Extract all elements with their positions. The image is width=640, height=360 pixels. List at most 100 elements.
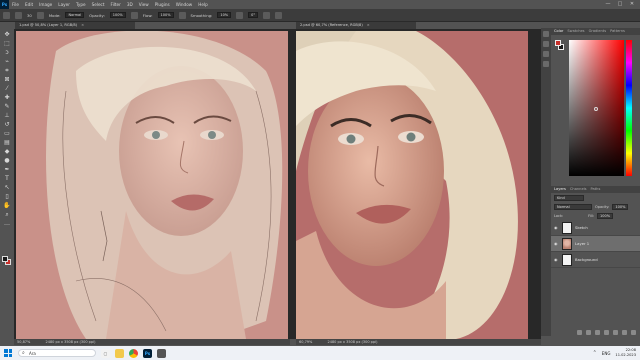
history-brush-tool-icon[interactable]: ↺: [3, 121, 11, 128]
adjustments-panel-icon[interactable]: [543, 51, 549, 57]
blend-mode-select[interactable]: Normal: [554, 203, 592, 210]
rectangle-tool-icon[interactable]: ▯: [3, 193, 11, 200]
color-panel-foreground-swatch[interactable]: [555, 40, 561, 46]
fill-field[interactable]: 100%: [597, 212, 614, 219]
frame-tool-icon[interactable]: ⊠: [3, 76, 11, 83]
tab-gradients[interactable]: Gradients: [589, 29, 607, 34]
zoom-tool-icon[interactable]: ⌕: [3, 211, 11, 218]
maximize-button[interactable]: □: [614, 0, 626, 9]
marquee-tool-icon[interactable]: ⬚: [3, 40, 11, 47]
path-selection-tool-icon[interactable]: ↖: [3, 184, 11, 191]
healing-brush-tool-icon[interactable]: ✚: [3, 94, 11, 101]
tab-patterns[interactable]: Patterns: [610, 29, 625, 34]
tab-document-2[interactable]: 2.psd @ 60,7% (Reference, RGB/8) ×: [296, 22, 416, 29]
layer-row-background[interactable]: ◉ Background: [551, 252, 640, 268]
layer-style-icon[interactable]: [586, 329, 591, 335]
layer-row-layer-1[interactable]: ◉ Layer 1: [551, 236, 640, 252]
close-tab-icon[interactable]: ×: [367, 23, 370, 27]
link-layers-icon[interactable]: [577, 329, 582, 335]
zoom-readout-left[interactable]: 50,87%: [17, 340, 30, 344]
file-explorer-icon[interactable]: [115, 348, 124, 358]
chrome-icon[interactable]: [129, 348, 138, 358]
adjustment-layer-icon[interactable]: [604, 329, 609, 335]
lasso-tool-icon[interactable]: ↄ: [3, 49, 11, 56]
move-tool-icon[interactable]: ✥: [3, 31, 11, 38]
home-icon[interactable]: [3, 11, 10, 19]
blur-tool-icon[interactable]: ◆: [3, 148, 11, 155]
new-layer-icon[interactable]: [622, 329, 627, 335]
more-tools-icon[interactable]: …: [3, 220, 11, 227]
symmetry-icon[interactable]: [275, 11, 283, 19]
pressure-opacity-icon[interactable]: [130, 11, 138, 19]
menu-help[interactable]: Help: [195, 2, 211, 7]
menu-file[interactable]: File: [9, 2, 22, 7]
tab-channels[interactable]: Channels: [570, 187, 587, 192]
tab-swatches[interactable]: Swatches: [567, 29, 584, 34]
tab-document-1[interactable]: 1.psd @ 50,8% (Layer 1, RGB/8) ×: [15, 22, 135, 29]
close-tab-icon[interactable]: ×: [81, 23, 84, 27]
close-window-button[interactable]: ✕: [626, 0, 638, 9]
brush-size-value[interactable]: 30: [27, 13, 32, 18]
menu-select[interactable]: Select: [89, 2, 108, 7]
taskbar-search-input[interactable]: ⌕ Ara: [18, 349, 96, 357]
eraser-tool-icon[interactable]: ▭: [3, 130, 11, 137]
hue-slider[interactable]: [626, 40, 632, 176]
tab-color[interactable]: Color: [554, 29, 563, 34]
flow-field[interactable]: 100%: [157, 12, 174, 18]
menu-plugins[interactable]: Plugins: [152, 2, 173, 7]
crop-tool-icon[interactable]: ⌗: [3, 67, 11, 74]
menu-layer[interactable]: Layer: [55, 2, 73, 7]
menu-image[interactable]: Image: [36, 2, 55, 7]
zoom-readout-right[interactable]: 60,79%: [299, 340, 312, 344]
brush-tool-icon[interactable]: ✎: [3, 103, 11, 110]
clone-stamp-tool-icon[interactable]: ⊥: [3, 112, 11, 119]
visibility-eye-icon[interactable]: ◉: [554, 257, 559, 262]
smoothing-settings-icon[interactable]: [236, 11, 244, 19]
clock[interactable]: 22:08 11.02.2023: [615, 348, 636, 358]
history-panel-icon[interactable]: [543, 31, 549, 37]
eyedropper-tool-icon[interactable]: ⁄: [3, 85, 11, 92]
menu-type[interactable]: Type: [73, 2, 89, 7]
menu-edit[interactable]: Edit: [22, 2, 36, 7]
reference-canvas[interactable]: [296, 31, 528, 339]
add-mask-icon[interactable]: [595, 329, 600, 335]
windows-start-icon[interactable]: [4, 349, 12, 357]
menu-view[interactable]: View: [136, 2, 152, 7]
visibility-eye-icon[interactable]: ◉: [554, 225, 559, 230]
color-picker-marker[interactable]: [594, 107, 598, 111]
layer-row-sketch[interactable]: ◉ Sketch: [551, 220, 640, 236]
hand-tool-icon[interactable]: ✋: [3, 202, 11, 209]
brush-settings-icon[interactable]: [36, 11, 44, 19]
language-indicator[interactable]: ENG: [602, 351, 611, 356]
type-tool-icon[interactable]: T: [3, 175, 11, 182]
mode-select[interactable]: Normal: [65, 12, 85, 18]
opacity-field[interactable]: 100%: [109, 12, 126, 18]
pen-tool-icon[interactable]: ✒: [3, 166, 11, 173]
tab-layers[interactable]: Layers: [554, 187, 566, 192]
pressure-size-icon[interactable]: [263, 11, 271, 19]
visibility-eye-icon[interactable]: ◉: [554, 241, 559, 246]
photoshop-logo-icon[interactable]: Ps: [0, 0, 9, 9]
angle-field[interactable]: 0°: [248, 12, 259, 18]
minimize-button[interactable]: —: [602, 0, 614, 9]
menu-window[interactable]: Window: [173, 2, 196, 7]
group-icon[interactable]: [613, 329, 618, 335]
photoshop-taskbar-icon[interactable]: Ps: [143, 348, 152, 358]
layer-filter-kind-select[interactable]: Kind: [554, 194, 584, 201]
painting-canvas[interactable]: [16, 31, 288, 339]
menu-filter[interactable]: Filter: [107, 2, 123, 7]
menu-3d[interactable]: 3D: [124, 2, 136, 7]
gradient-tool-icon[interactable]: ▤: [3, 139, 11, 146]
smoothing-field[interactable]: 10%: [217, 12, 232, 18]
brush-preset-icon[interactable]: [15, 11, 22, 19]
foreground-color-swatch[interactable]: [2, 256, 8, 262]
pinned-app-icon[interactable]: [157, 348, 166, 358]
airbrush-icon[interactable]: [178, 11, 186, 19]
quick-select-tool-icon[interactable]: ⌁: [3, 58, 11, 65]
task-view-icon[interactable]: ▢: [101, 348, 110, 358]
network-icon[interactable]: ⌃: [593, 350, 597, 356]
properties-panel-icon[interactable]: [543, 41, 549, 47]
trash-icon[interactable]: [631, 329, 636, 335]
brush-settings-panel-icon[interactable]: [543, 61, 549, 67]
dodge-tool-icon[interactable]: ●: [3, 157, 11, 164]
